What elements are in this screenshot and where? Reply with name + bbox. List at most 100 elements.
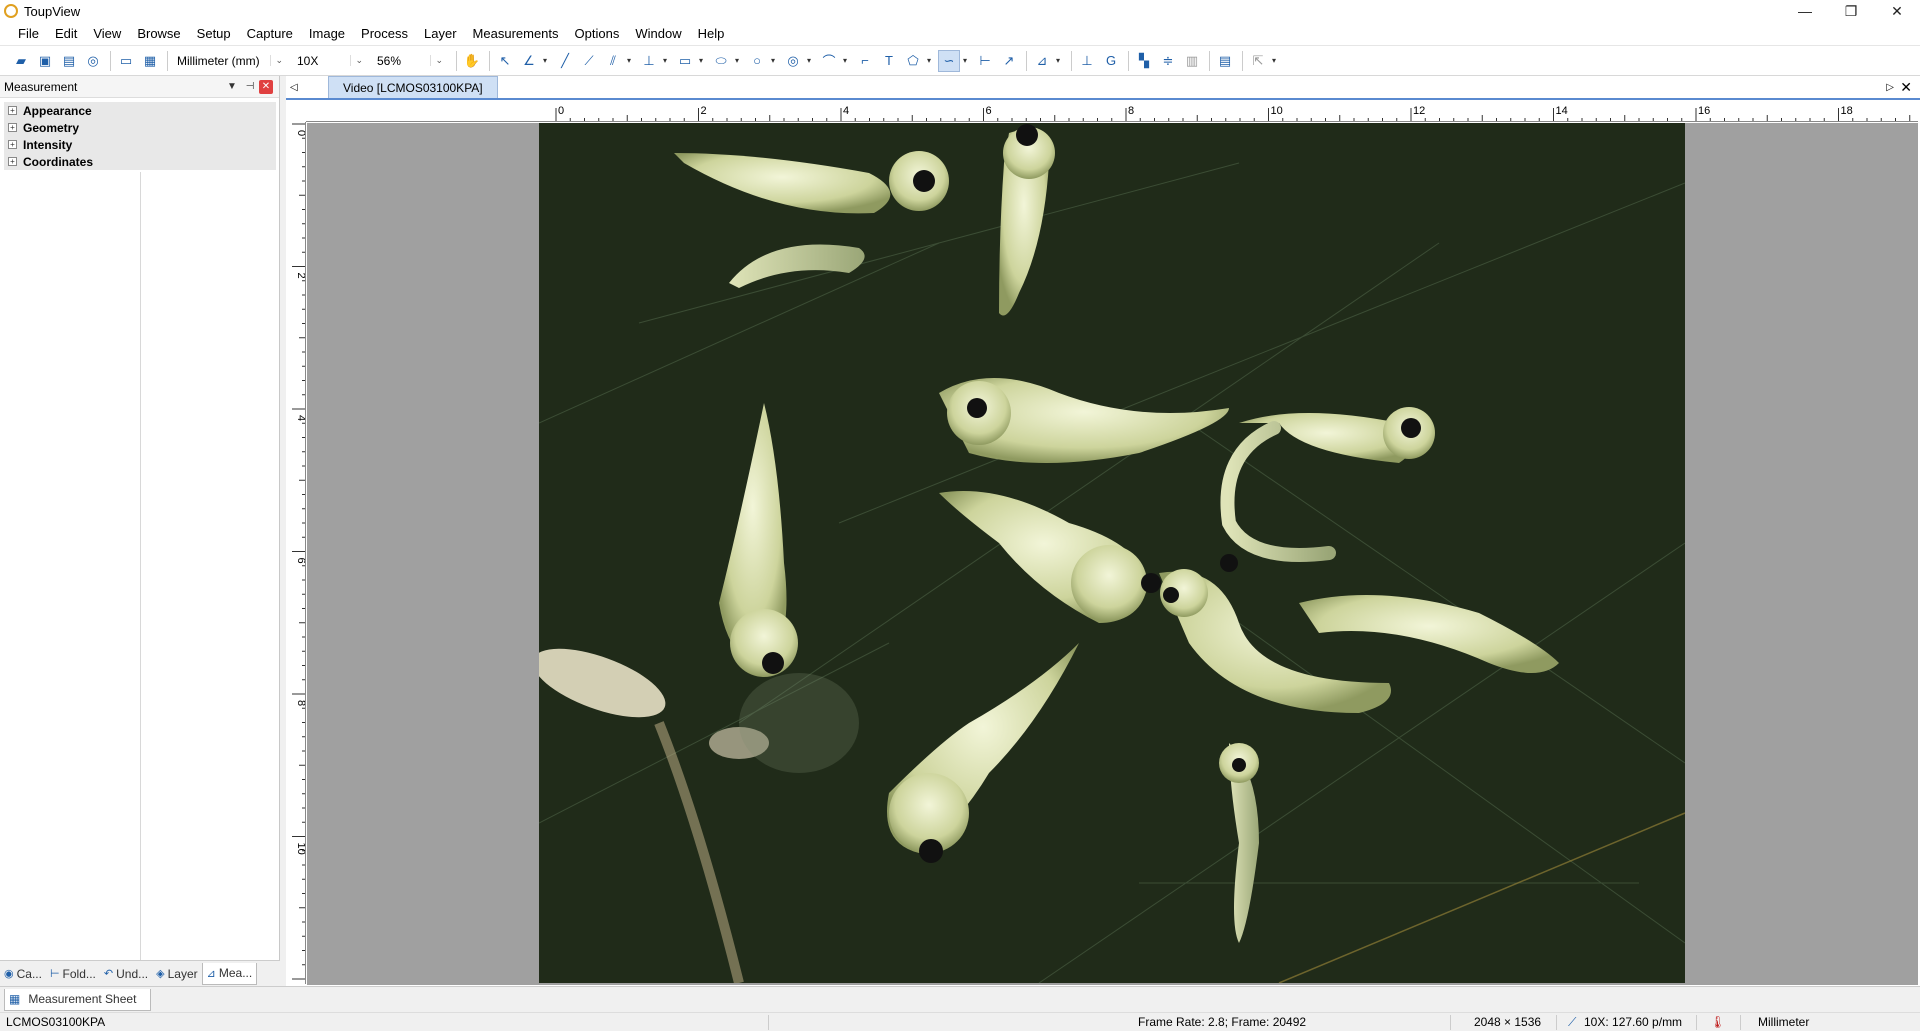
menu-process[interactable]: Process: [353, 26, 416, 41]
save-icon[interactable]: ▣: [34, 50, 56, 72]
minimize-button[interactable]: —: [1782, 0, 1828, 22]
dropdown-arrow-icon[interactable]: ▾: [766, 50, 780, 72]
tab-undo[interactable]: ↶ Und...: [100, 963, 152, 985]
tab-scroll-left-icon[interactable]: ◁: [290, 82, 298, 93]
menu-window[interactable]: Window: [627, 26, 689, 41]
angle-icon[interactable]: ∠: [518, 50, 540, 72]
text-icon[interactable]: T: [878, 50, 900, 72]
unit-select[interactable]: Millimeter (mm) ⌄: [172, 50, 288, 71]
tab-label: Layer: [167, 966, 198, 981]
align-icon[interactable]: ⊥: [1076, 50, 1098, 72]
parallel-icon[interactable]: ⫽: [602, 50, 624, 72]
group-intensity[interactable]: + Intensity: [4, 136, 276, 153]
panel-close-icon[interactable]: ✕: [259, 79, 273, 94]
group-geometry[interactable]: + Geometry: [4, 119, 276, 136]
dropdown-arrow-icon[interactable]: ▾: [658, 50, 672, 72]
ruler-label: 8: [295, 700, 306, 706]
dropdown-arrow-icon[interactable]: ▾: [622, 50, 636, 72]
ruler-label: 2: [701, 105, 707, 117]
expand-icon[interactable]: +: [8, 106, 17, 115]
expand-icon[interactable]: +: [8, 123, 17, 132]
tab-camera[interactable]: ◉ Ca...: [0, 963, 46, 985]
tab-scroll-right-icon[interactable]: ▷: [1886, 82, 1894, 93]
menu-measurements[interactable]: Measurements: [465, 26, 567, 41]
tab-video[interactable]: Video [LCMOS03100KPA]: [328, 76, 498, 98]
restore-button[interactable]: ❐: [1828, 0, 1874, 22]
ruler-label: 4: [843, 105, 849, 117]
dropdown-arrow-icon[interactable]: ▾: [958, 50, 972, 72]
tab-layer[interactable]: ◈ Layer: [152, 963, 202, 985]
pan-hand-icon[interactable]: ✋: [461, 50, 483, 72]
column-divider[interactable]: [140, 172, 141, 962]
arrow-icon[interactable]: ↗: [998, 50, 1020, 72]
tab-folder[interactable]: ⊢ Fold...: [46, 963, 100, 985]
scale-bar-icon[interactable]: ⊢: [974, 50, 996, 72]
dropdown-arrow-icon[interactable]: ▾: [922, 50, 936, 72]
group-label: Coordinates: [23, 154, 94, 169]
arc-icon[interactable]: ⌒: [818, 50, 840, 72]
open-icon[interactable]: ▰: [10, 50, 32, 72]
dropdown-arrow-icon[interactable]: ▾: [1051, 50, 1065, 72]
polygon-icon[interactable]: ⬠: [902, 50, 924, 72]
tab-measurement-sheet[interactable]: ▦ Measurement Sheet: [4, 988, 152, 1011]
expand-icon[interactable]: +: [8, 157, 17, 166]
curve-icon[interactable]: ⌐: [854, 50, 876, 72]
panel-menu-icon[interactable]: ▼: [223, 81, 241, 92]
browse-folder-icon[interactable]: ▭: [115, 50, 137, 72]
polyline-icon[interactable]: ⟋: [578, 50, 600, 72]
menu-capture[interactable]: Capture: [239, 26, 301, 41]
layer-icon: ◈: [156, 968, 165, 980]
magnification-select[interactable]: 10X ⌄: [292, 50, 368, 71]
close-button[interactable]: ✕: [1874, 0, 1920, 22]
circle-icon[interactable]: ○: [746, 50, 768, 72]
close-document-icon[interactable]: ✕: [1900, 79, 1912, 96]
tab-measurement[interactable]: ⊿ Mea...: [201, 962, 258, 985]
menu-options[interactable]: Options: [567, 26, 628, 41]
zoom-select[interactable]: 56% ⌄: [372, 50, 448, 71]
image-canvas[interactable]: [307, 123, 1918, 985]
menu-view[interactable]: View: [85, 26, 129, 41]
microscope-live-image[interactable]: [539, 123, 1685, 983]
arrow-select-icon[interactable]: ↖: [494, 50, 516, 72]
layer-front-icon[interactable]: ▚: [1133, 50, 1155, 72]
menu-file[interactable]: File: [10, 26, 47, 41]
pin-icon[interactable]: ⊣: [241, 81, 259, 92]
expand-icon[interactable]: +: [8, 140, 17, 149]
group-appearance[interactable]: + Appearance: [4, 102, 276, 119]
zoom-select-value: 56%: [377, 53, 402, 68]
menu-bar: File Edit View Browse Setup Capture Imag…: [0, 22, 1920, 46]
ellipse-icon[interactable]: ⬭: [710, 50, 732, 72]
grid-view-icon[interactable]: ▦: [139, 50, 161, 72]
rectangle-icon[interactable]: ▭: [674, 50, 696, 72]
dropdown-arrow-icon[interactable]: ▾: [538, 50, 552, 72]
menu-image[interactable]: Image: [301, 26, 353, 41]
menu-setup[interactable]: Setup: [189, 26, 239, 41]
line-icon[interactable]: ╱: [554, 50, 576, 72]
dropdown-arrow-icon[interactable]: ▾: [694, 50, 708, 72]
freehand-icon[interactable]: ∽: [938, 49, 960, 72]
menu-browse[interactable]: Browse: [129, 26, 188, 41]
perpendicular-icon[interactable]: ⊥: [638, 50, 660, 72]
status-divider: [1450, 1015, 1451, 1030]
calibrate-icon[interactable]: ⊿: [1031, 50, 1053, 72]
ruler-label: 10: [295, 843, 306, 855]
annulus-icon[interactable]: ◎: [782, 50, 804, 72]
capture-icon[interactable]: ◎: [82, 50, 104, 72]
ruler-label: 10: [1271, 105, 1283, 117]
dropdown-arrow-icon[interactable]: ▾: [802, 50, 816, 72]
distribute-icon[interactable]: ≑: [1157, 50, 1179, 72]
sheet-icon[interactable]: ▤: [1214, 50, 1236, 72]
menu-edit[interactable]: Edit: [47, 26, 85, 41]
toolbar-separator: [110, 50, 111, 71]
menu-layer[interactable]: Layer: [416, 26, 465, 41]
group-coordinates[interactable]: + Coordinates: [4, 153, 276, 170]
dropdown-arrow-icon[interactable]: ▾: [838, 50, 852, 72]
table-icon[interactable]: ▥: [1181, 50, 1203, 72]
dropdown-arrow-icon[interactable]: ▾: [730, 50, 744, 72]
menu-help[interactable]: Help: [690, 26, 733, 41]
tab-label: Measurement Sheet: [28, 992, 137, 1006]
group-icon[interactable]: G: [1100, 50, 1122, 72]
dropdown-arrow-icon[interactable]: ▾: [1267, 50, 1281, 72]
save-as-icon[interactable]: ▤: [58, 50, 80, 72]
export-icon[interactable]: ⇱: [1247, 50, 1269, 72]
